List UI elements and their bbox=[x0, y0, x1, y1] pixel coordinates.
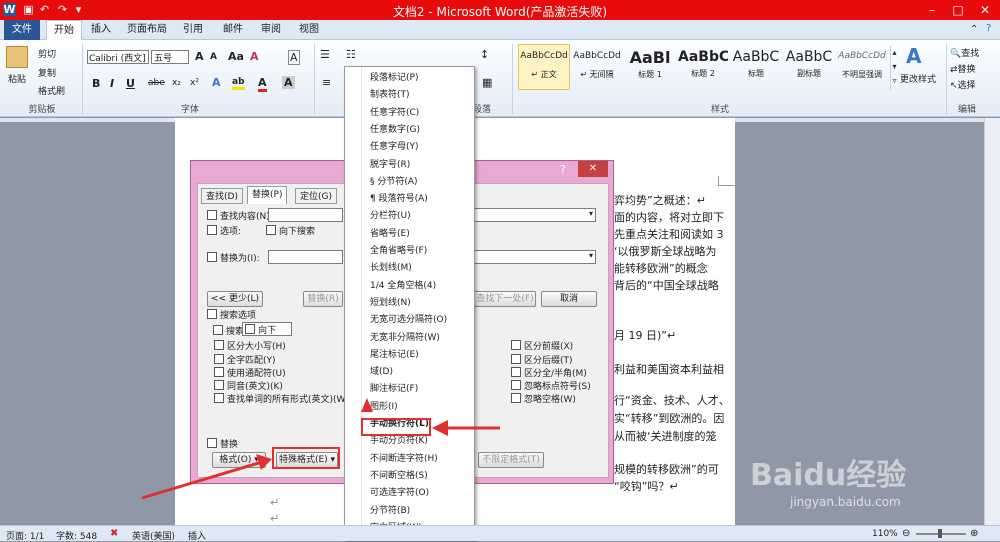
status-page[interactable]: 页面: 1/1 bbox=[6, 529, 44, 542]
status-mode[interactable]: 插入 bbox=[188, 529, 206, 542]
proofing-icon[interactable]: ✖ bbox=[110, 528, 118, 539]
annotation-arrowhead bbox=[361, 398, 373, 412]
annotation-arrows bbox=[141, 398, 500, 500]
annotation-arrow-line bbox=[141, 460, 263, 500]
annotation-arrowhead bbox=[432, 420, 448, 436]
status-words[interactable]: 字数: 548 bbox=[56, 529, 97, 542]
zoom-in-icon[interactable]: ⊕ bbox=[970, 528, 978, 539]
zoom-out-icon[interactable]: ⊖ bbox=[902, 528, 910, 539]
zoom-slider-thumb[interactable] bbox=[938, 529, 942, 538]
zoom-level[interactable]: 110% bbox=[872, 529, 898, 539]
status-language[interactable]: 英语(美国) bbox=[132, 529, 175, 542]
